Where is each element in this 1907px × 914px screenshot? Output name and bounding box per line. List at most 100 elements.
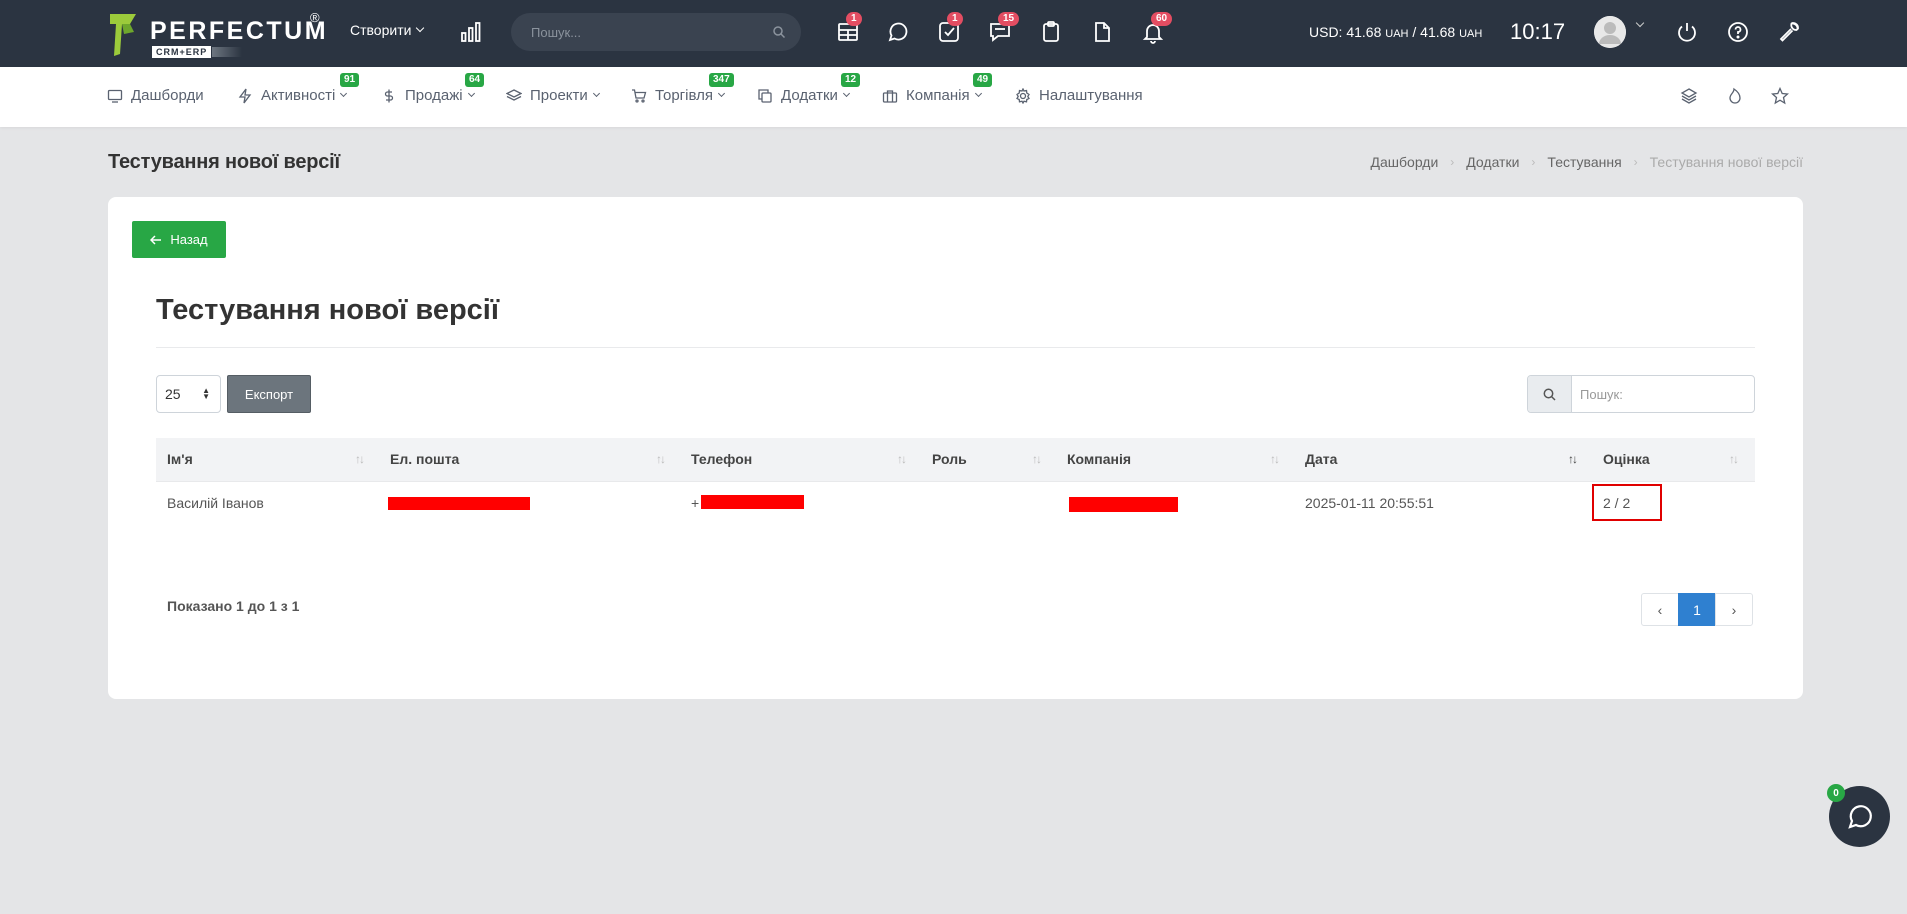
- chat-badge: 0: [1827, 784, 1845, 802]
- cell-role: [921, 482, 932, 525]
- column-header-email[interactable]: Ел. пошта: [379, 438, 459, 481]
- copy-icon: [758, 88, 772, 103]
- column-header-name[interactable]: Ім'я: [156, 438, 193, 481]
- highlight-box: [1592, 484, 1662, 521]
- bolt-icon: [238, 88, 252, 103]
- arrow-left-icon: [150, 234, 162, 245]
- data-table: Ім'я ↑↓ Ел. пошта ↑↓ Телефон ↑↓ Роль ↑↓ …: [156, 438, 1755, 524]
- menu-item-settings[interactable]: Налаштування: [1015, 87, 1143, 104]
- column-header-role[interactable]: Роль: [921, 438, 967, 481]
- wrench-icon[interactable]: [1777, 20, 1801, 44]
- global-search-input[interactable]: [531, 13, 761, 51]
- help-icon[interactable]: [1726, 20, 1750, 44]
- menu-item-sales[interactable]: Продажі 64: [381, 73, 485, 104]
- table-row[interactable]: Василій Іванов + 2025-01-11 20:55:51 2 /…: [156, 481, 1755, 524]
- menu-item-addons[interactable]: Додатки 12: [757, 73, 861, 104]
- layers-icon[interactable]: [1680, 87, 1698, 105]
- menu-item-label: Додатки: [781, 87, 838, 104]
- breadcrumb-item[interactable]: Додатки: [1466, 154, 1519, 170]
- chevron-down-icon: [340, 89, 348, 98]
- layers-icon: [506, 88, 522, 101]
- cell-company: [1056, 482, 1067, 525]
- document-icon[interactable]: [1090, 20, 1114, 44]
- chevron-down-icon[interactable]: [1635, 18, 1645, 28]
- messages-icon[interactable]: 15: [988, 12, 1020, 44]
- back-button[interactable]: Назад: [132, 221, 226, 258]
- menu-badge: 49: [973, 73, 993, 87]
- search-icon[interactable]: [773, 26, 785, 38]
- pagination-page[interactable]: 1: [1678, 593, 1716, 626]
- sort-icon[interactable]: ↑↓: [897, 438, 907, 481]
- sort-desc-icon[interactable]: ↑↓: [1568, 438, 1578, 481]
- sort-icon[interactable]: ↑↓: [1729, 438, 1739, 481]
- sort-icon[interactable]: ↑↓: [656, 438, 666, 481]
- sort-icon[interactable]: ↑↓: [355, 438, 365, 481]
- currency-second: / 41.68: [1408, 24, 1456, 40]
- chat-widget-button[interactable]: 0: [1827, 784, 1890, 847]
- currency-unit: UAH: [1459, 28, 1483, 40]
- menu-item-label: Компанія: [906, 87, 970, 104]
- breadcrumb-item[interactable]: Тестування: [1547, 154, 1621, 170]
- avatar[interactable]: [1594, 16, 1626, 48]
- menu-item-label: Проекти: [530, 87, 588, 104]
- redaction-mark: [701, 495, 804, 509]
- menu-item-company[interactable]: Компанія 49: [882, 73, 993, 104]
- column-header-score[interactable]: Оцінка: [1592, 438, 1650, 481]
- clipboard-icon[interactable]: [1039, 20, 1063, 44]
- page-length-select[interactable]: 25 ▲ ▼: [156, 375, 221, 413]
- messages-badge: 15: [998, 12, 1020, 26]
- info-to: 1: [269, 598, 277, 614]
- cell-phone: +: [691, 495, 700, 511]
- create-dropdown-button[interactable]: Створити: [350, 22, 425, 38]
- pagination-next[interactable]: ›: [1715, 593, 1753, 626]
- menu-item-activities[interactable]: Активності 91: [237, 73, 360, 104]
- chevron-down-icon: [467, 89, 475, 98]
- menu-item-projects[interactable]: Проекти: [506, 87, 600, 104]
- sort-icon[interactable]: ↑↓: [1032, 438, 1042, 481]
- fire-icon[interactable]: [1726, 87, 1744, 105]
- currency-rate: USD: 41.68 UAH / 41.68 UAH: [1309, 24, 1482, 40]
- search-addon: [1528, 376, 1572, 412]
- info-mid: з: [276, 598, 292, 614]
- cell-date: 2025-01-11 20:55:51: [1305, 495, 1434, 511]
- chat-bubble-icon[interactable]: [886, 20, 910, 44]
- gear-icon: [1016, 87, 1030, 104]
- divider: [156, 347, 1755, 348]
- table-search-input[interactable]: [1580, 376, 1750, 412]
- task-check-icon[interactable]: 1: [937, 12, 963, 44]
- page-length-value: 25: [165, 386, 181, 402]
- pagination-prev[interactable]: ‹: [1641, 593, 1679, 626]
- bell-icon[interactable]: 60: [1141, 12, 1173, 44]
- breadcrumb-current: Тестування нової версії: [1649, 154, 1803, 170]
- column-header-date[interactable]: Дата: [1294, 438, 1337, 481]
- chat-bubble-icon: [1848, 805, 1872, 829]
- brand-registered-mark: ®: [310, 10, 320, 25]
- brand-logo[interactable]: PERFECTUM ® CRM+ERP: [108, 10, 326, 58]
- currency-usd: USD: 41.68: [1309, 24, 1382, 40]
- chevron-down-icon: [842, 89, 850, 98]
- menu-badge: 64: [465, 73, 485, 87]
- monitor-icon: [107, 89, 123, 103]
- breadcrumb: Дашборди › Додатки › Тестування › Тестув…: [1371, 154, 1803, 170]
- star-icon[interactable]: [1771, 87, 1789, 105]
- column-header-company[interactable]: Компанія: [1056, 438, 1131, 481]
- top-navbar: PERFECTUM ® CRM+ERP Створити 1 1 15 60: [0, 0, 1907, 67]
- brand-name: PERFECTUM: [150, 17, 329, 45]
- bar-chart-icon[interactable]: [460, 21, 482, 43]
- menu-badge: 91: [340, 73, 360, 87]
- chevron-right-icon: ›: [1633, 155, 1638, 169]
- column-header-phone[interactable]: Телефон: [680, 438, 752, 481]
- brand-subtitle: CRM+ERP: [152, 46, 212, 58]
- chevron-down-icon: [974, 89, 982, 98]
- menu-item-dashboards[interactable]: Дашборди: [107, 87, 204, 104]
- sort-icon[interactable]: ↑↓: [1270, 438, 1280, 481]
- table-info: Показано 1 до 1 з 1: [167, 598, 299, 614]
- currency-unit: UAH: [1385, 28, 1409, 40]
- breadcrumb-item[interactable]: Дашборди: [1371, 154, 1439, 170]
- export-button[interactable]: Експорт: [227, 375, 311, 413]
- table-search: [1527, 375, 1755, 413]
- power-icon[interactable]: [1675, 20, 1699, 44]
- table-header: Ім'я ↑↓ Ел. пошта ↑↓ Телефон ↑↓ Роль ↑↓ …: [156, 438, 1755, 481]
- table-icon[interactable]: 1: [836, 12, 862, 44]
- menu-item-trade[interactable]: Торгівля 347: [631, 73, 734, 104]
